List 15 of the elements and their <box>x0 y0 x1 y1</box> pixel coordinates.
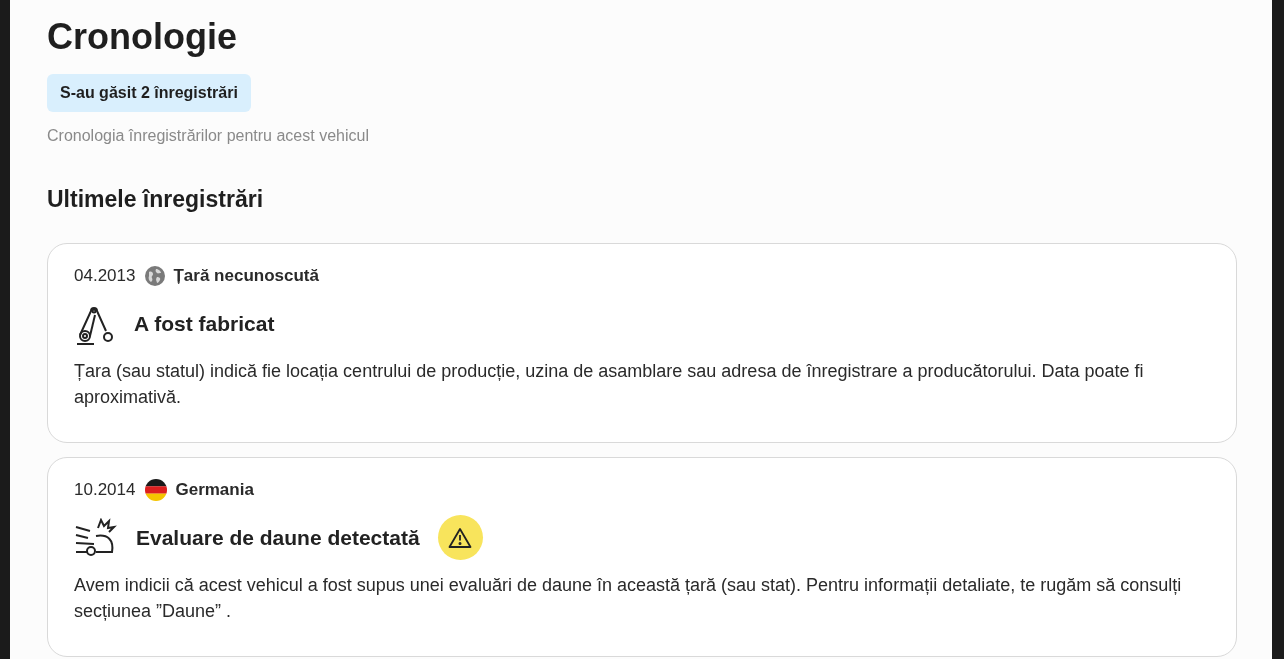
globe-icon <box>145 265 166 286</box>
page-title: Cronologie <box>47 15 237 59</box>
records-count-badge: S-au găsit 2 înregistrări <box>47 74 251 112</box>
section-title: Ultimele înregistrări <box>47 185 264 214</box>
record-date: 04.2013 <box>74 264 136 287</box>
record-event-title: A fost fabricat <box>134 310 275 337</box>
record-event-title: Evaluare de daune detectată <box>136 524 420 551</box>
germany-flag-icon <box>145 478 168 501</box>
record-country: Țară necunoscută <box>173 264 319 287</box>
subtitle: Cronologia înregistrărilor pentru acest vehicul <box>47 126 369 146</box>
record-description: Avem indicii că acest vehicul a fost supus unei evaluări de daune în această țară (sau stat). Pentru informații detaliate, te rugăm să consulți secțiunea ”Daune” . <box>74 573 1183 623</box>
car-crash-icon <box>74 517 118 558</box>
record-description: Țara (sau statul) indică fie locația centrului de producție, uzina de asamblare sau adresa de înregistrare a producătorului. Data poate fi aproximativă. <box>74 359 1145 409</box>
record-date: 10.2014 <box>74 478 136 501</box>
record-country: Germania <box>175 478 254 501</box>
